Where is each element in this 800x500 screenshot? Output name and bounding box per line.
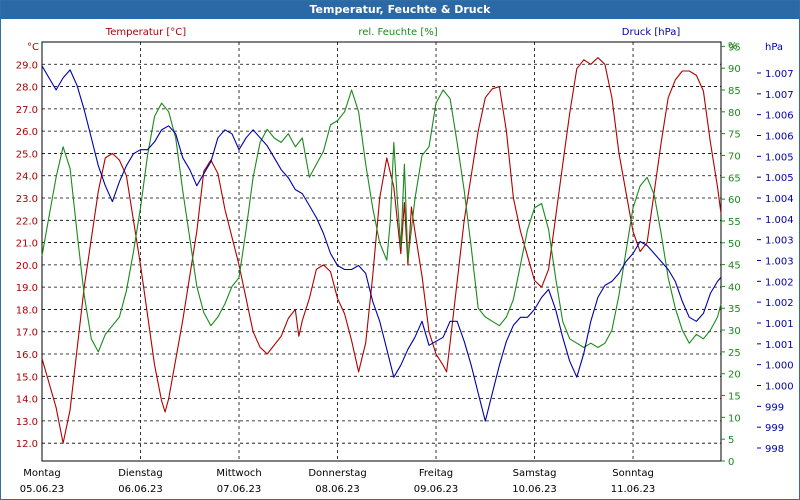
pressure-tick-label: 1.001 bbox=[765, 340, 794, 351]
pressure-tick-label: 1.004 bbox=[765, 194, 794, 205]
pressure-tick-label: 1.006 bbox=[765, 111, 794, 122]
humidity-unit-label: % bbox=[728, 41, 738, 52]
x-day-label: Dienstag bbox=[118, 468, 163, 479]
pressure-series-label: Druck [hPa] bbox=[622, 27, 681, 38]
temperature-series-label: Temperatur [°C] bbox=[105, 27, 186, 38]
x-day-label: Mittwoch bbox=[216, 468, 261, 479]
plot-area bbox=[41, 41, 722, 462]
pressure-tick-label: 1.002 bbox=[765, 298, 794, 309]
humidity-tick-label: 55 bbox=[728, 217, 741, 228]
pressure-tick-label: 1.006 bbox=[765, 132, 794, 143]
temperature-tick-label: 20.0 bbox=[16, 261, 38, 272]
temperature-unit-label: °C bbox=[27, 42, 39, 53]
pressure-tick-label: 1.001 bbox=[765, 319, 794, 330]
humidity-tick-label: 45 bbox=[728, 261, 741, 272]
pressure-tick-label: 1.003 bbox=[765, 236, 794, 247]
temperature-tick-label: 27.0 bbox=[16, 105, 38, 116]
temperature-tick-label: 15.0 bbox=[16, 372, 38, 383]
x-day-label: Donnerstag bbox=[308, 468, 366, 479]
pressure-tick-label: 1.005 bbox=[765, 152, 794, 163]
x-date-label: 06.06.23 bbox=[118, 484, 163, 495]
temperature-tick-label: 14.0 bbox=[16, 395, 38, 406]
temperature-tick-label: 25.0 bbox=[16, 149, 38, 160]
x-date-label: 10.06.23 bbox=[512, 484, 557, 495]
humidity-tick-label: 5 bbox=[728, 435, 734, 446]
x-day-label: Freitag bbox=[419, 468, 453, 479]
weather-chart: 12.0 13.0 14.0 15.0 16.0 17.0 18.0 19.0 20.0 21.0… bbox=[16, 27, 794, 495]
humidity-tick-label: 60 bbox=[728, 195, 741, 206]
temperature-tick-label: 19.0 bbox=[16, 283, 38, 294]
temperature-tick-label: 26.0 bbox=[16, 127, 38, 138]
humidity-tick-label: 70 bbox=[728, 151, 741, 162]
pressure-tick-label: 999 bbox=[765, 402, 784, 413]
x-date-label: 07.06.23 bbox=[217, 484, 262, 495]
humidity-tick-label: 65 bbox=[728, 173, 741, 184]
humidity-tick-label: 0 bbox=[728, 457, 734, 468]
pressure-tick-label: 1.007 bbox=[765, 90, 794, 101]
x-day-label: Samstag bbox=[513, 468, 557, 479]
x-day-label: Sonntag bbox=[612, 468, 654, 479]
humidity-tick-label: 90 bbox=[728, 64, 741, 75]
temperature-tick-label: 22.0 bbox=[16, 216, 38, 227]
chart-window: Temperatur, Feuchte & Druck 12.0 13.0 14.0… bbox=[0, 0, 800, 500]
temperature-tick-label: 17.0 bbox=[16, 328, 38, 339]
pressure-tick-label: 999 bbox=[765, 423, 784, 434]
pressure-tick-label: 1.000 bbox=[765, 361, 794, 372]
temperature-tick-label: 28.0 bbox=[16, 83, 38, 94]
temperature-tick-label: 23.0 bbox=[16, 194, 38, 205]
temperature-tick-label: 12.0 bbox=[16, 439, 38, 450]
temperature-tick-label: 16.0 bbox=[16, 350, 38, 361]
humidity-tick-label: 30 bbox=[728, 326, 741, 337]
x-day-label: Montag bbox=[23, 468, 60, 479]
pressure-tick-label: 998 bbox=[765, 444, 784, 455]
humidity-tick-label: 25 bbox=[728, 348, 741, 359]
pressure-tick-label: 1.003 bbox=[765, 257, 794, 268]
temperature-tick-label: 18.0 bbox=[16, 305, 38, 316]
humidity-tick-label: 35 bbox=[728, 304, 741, 315]
humidity-tick-label: 10 bbox=[728, 413, 741, 424]
temperature-tick-label: 13.0 bbox=[16, 417, 38, 428]
x-date-label: 09.06.23 bbox=[414, 484, 459, 495]
humidity-tick-label: 20 bbox=[728, 370, 741, 381]
humidity-series-label: rel. Feuchte [%] bbox=[358, 27, 437, 38]
humidity-tick-label: 80 bbox=[728, 108, 741, 119]
temperature-tick-label: 29.0 bbox=[16, 60, 38, 71]
humidity-tick-label: 75 bbox=[728, 130, 741, 141]
x-date-label: 05.06.23 bbox=[20, 484, 65, 495]
pressure-tick-label: 1.002 bbox=[765, 277, 794, 288]
window-title: Temperatur, Feuchte & Druck bbox=[1, 1, 799, 19]
pressure-tick-label: 1.000 bbox=[765, 382, 794, 393]
humidity-tick-label: 15 bbox=[728, 392, 741, 403]
humidity-tick-label: 85 bbox=[728, 86, 741, 97]
pressure-tick-label: 1.004 bbox=[765, 215, 794, 226]
temperature-tick-label: 24.0 bbox=[16, 172, 38, 183]
x-date-label: 08.06.23 bbox=[315, 484, 360, 495]
humidity-tick-label: 40 bbox=[728, 282, 741, 293]
pressure-tick-label: 1.007 bbox=[765, 69, 794, 80]
pressure-unit-label: hPa bbox=[765, 42, 783, 53]
x-date-label: 11.06.23 bbox=[611, 484, 656, 495]
pressure-tick-label: 1.005 bbox=[765, 173, 794, 184]
humidity-tick-label: 50 bbox=[728, 239, 741, 250]
temperature-tick-label: 21.0 bbox=[16, 239, 38, 250]
